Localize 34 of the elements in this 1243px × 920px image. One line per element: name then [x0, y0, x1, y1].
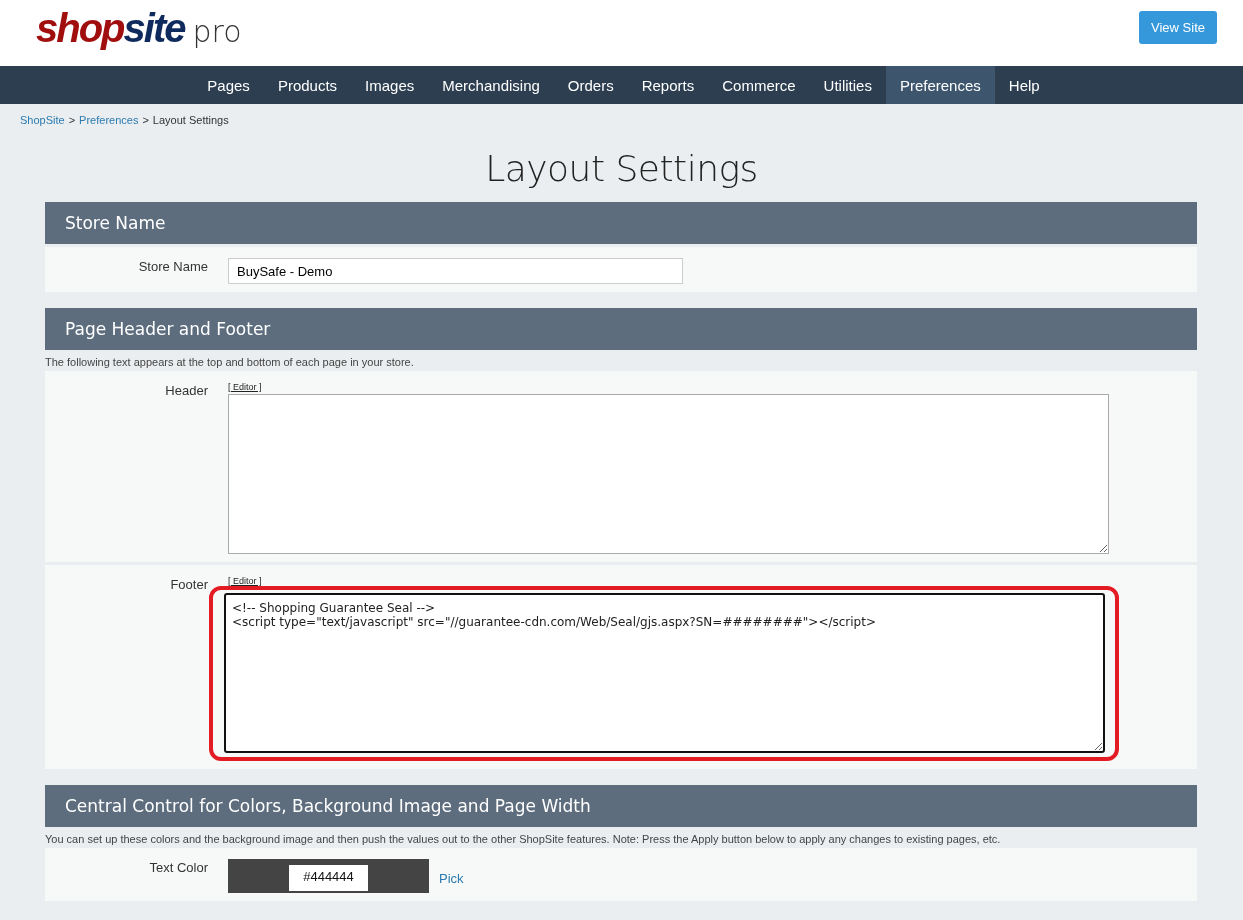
- nav-item[interactable]: Reports: [627, 66, 709, 104]
- breadcrumb-separator: >: [142, 114, 149, 128]
- nav-item[interactable]: Utilities: [809, 66, 886, 104]
- field-label: Header: [164, 382, 209, 400]
- page-title: Layout Settings: [484, 148, 759, 188]
- breadcrumb-link[interactable]: Preferences: [79, 114, 139, 128]
- section-header: Page Header and Footer: [45, 308, 1197, 350]
- color-swatch[interactable]: #444444: [228, 859, 429, 893]
- section-header: Store Name: [45, 202, 1197, 244]
- section-header: Central Control for Colors, Background Image and Page Width: [45, 785, 1197, 827]
- breadcrumb-separator: >: [68, 114, 76, 128]
- color-value: #444444: [289, 865, 368, 891]
- nav-item[interactable]: Merchandising: [428, 66, 554, 104]
- pick-link[interactable]: Pick: [439, 871, 464, 886]
- nav-item[interactable]: Commerce: [708, 66, 810, 104]
- text-area[interactable]: <!-- Shopping Guarantee Seal --> <script type="text/javascript" src="//guarantee-cdn.com/Web/Seal/gjs.aspx?SN=########"></script>: [224, 593, 1105, 753]
- nav-item[interactable]: Products: [263, 66, 352, 104]
- editor-link[interactable]: [ Editor ]: [228, 576, 1197, 586]
- field-label: Text Color: [148, 859, 209, 877]
- nav-item[interactable]: Images: [351, 66, 429, 104]
- breadcrumb-link[interactable]: ShopSite: [20, 114, 65, 128]
- nav-item[interactable]: Help: [994, 66, 1054, 104]
- nav-item[interactable]: Preferences: [885, 66, 995, 104]
- nav-item[interactable]: Orders: [553, 66, 628, 104]
- logo: shopsite pro: [36, 8, 242, 48]
- field-label: Store Name: [137, 258, 209, 276]
- field-label: Footer: [169, 576, 209, 594]
- breadcrumb-current: Layout Settings: [152, 114, 229, 128]
- text-area[interactable]: [228, 394, 1109, 554]
- editor-link[interactable]: [ Editor ]: [228, 382, 1197, 392]
- nav-item[interactable]: Pages: [193, 66, 264, 104]
- section-description: The following text appears at the top and bottom of each page in your store.: [45, 355, 415, 368]
- section-description: You can set up these colors and the background image and then push the values out to the other ShopSite features. Note: Press the Apply button below to apply any changes to existing pages, etc.: [45, 832, 1002, 845]
- store-name-field[interactable]: BuySafe - Demo: [228, 258, 683, 284]
